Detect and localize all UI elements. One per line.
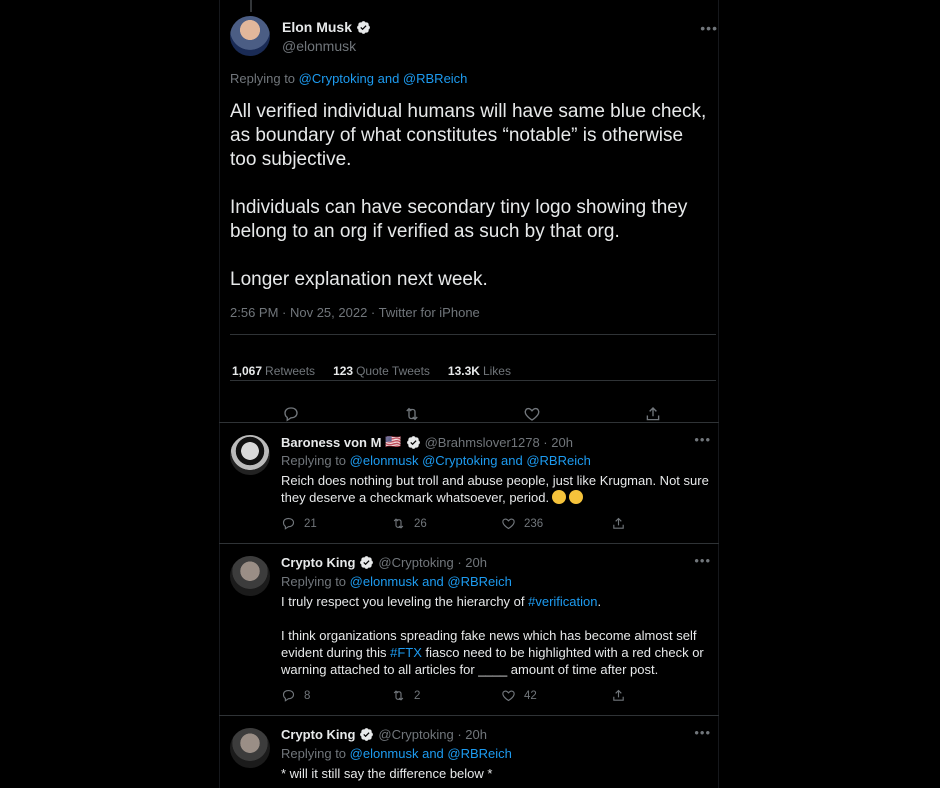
- likes-count: 13.3K: [447, 364, 480, 378]
- tweet-text: All verified individual humans will have…: [230, 101, 707, 290]
- replying-prefix: Replying to: [230, 71, 299, 86]
- tweet-meta[interactable]: 2:56 PM · Nov 25, 2022 · Twitter for iPh…: [230, 305, 480, 320]
- reply-handle[interactable]: @Brahmslover1278 · 20h: [425, 435, 573, 450]
- retweets-label: Retweets: [265, 364, 316, 378]
- retweet-icon[interactable]: [391, 688, 406, 703]
- verified-badge-icon: [359, 727, 374, 742]
- flag-icon: 🇺🇸: [385, 434, 402, 449]
- reply-handle[interactable]: @Cryptoking · 20h: [378, 727, 487, 742]
- share-action[interactable]: [611, 516, 626, 531]
- retweet-action[interactable]: 26: [391, 516, 501, 531]
- reply-icon[interactable]: [281, 516, 296, 531]
- reply-count: 21: [304, 517, 317, 530]
- likes-label: Likes: [482, 364, 511, 378]
- replying-to-line: Replying to @elonmusk and @RBReich: [281, 574, 512, 589]
- mention-link[interactable]: @RBReich: [403, 71, 468, 86]
- mention-links[interactable]: @elonmusk and @RBReich: [350, 574, 512, 589]
- like-count: 42: [524, 689, 537, 702]
- reply-icon[interactable]: [281, 688, 296, 703]
- quotes-count: 123: [333, 364, 354, 378]
- reply-text-part: I truly respect you leveling the hierarc…: [281, 594, 529, 609]
- reply-tweet[interactable]: Crypto King @Cryptoking · 20h ••• Replyi…: [219, 543, 719, 715]
- share-icon[interactable]: [644, 405, 662, 423]
- verified-badge-icon: [356, 20, 371, 35]
- reply-icon[interactable]: [282, 405, 300, 423]
- reply-author-name[interactable]: Crypto King: [281, 555, 355, 570]
- heart-icon[interactable]: [523, 405, 541, 423]
- reply-text: I truly respect you leveling the hierarc…: [281, 593, 711, 678]
- thread-connector-line: [250, 0, 252, 12]
- share-icon[interactable]: [611, 688, 626, 703]
- avatar[interactable]: [230, 435, 270, 475]
- like-action[interactable]: 236: [501, 516, 611, 531]
- likes-stat[interactable]: 13.3K Likes: [448, 364, 511, 378]
- divider: [230, 380, 716, 381]
- replying-to-line: Replying to @Cryptoking and @RBReich: [230, 71, 467, 86]
- replying-prefix: Replying to: [281, 746, 350, 761]
- reply-author-name[interactable]: Baroness von M: [281, 435, 381, 450]
- like-count: 236: [524, 517, 544, 530]
- replying-to-line: Replying to @elonmusk and @RBReich: [281, 746, 512, 761]
- more-icon[interactable]: •••: [694, 725, 711, 740]
- reply-text: Reich does nothing but troll and abuse p…: [281, 472, 711, 506]
- reply-text-body: Reich does nothing but troll and abuse p…: [281, 473, 709, 505]
- retweet-count: 26: [414, 517, 427, 530]
- verified-badge-icon: [359, 555, 374, 570]
- like-action[interactable]: 42: [501, 688, 611, 703]
- more-icon[interactable]: •••: [694, 432, 711, 447]
- retweets-stat[interactable]: 1,067 Retweets: [232, 364, 315, 378]
- reply-text: * will it still say the difference below…: [281, 766, 493, 781]
- more-icon[interactable]: •••: [700, 20, 718, 36]
- retweet-count: 2: [414, 689, 421, 702]
- share-action[interactable]: [611, 688, 626, 703]
- avatar[interactable]: [230, 728, 270, 768]
- hashtag-link[interactable]: #FTX: [390, 645, 422, 660]
- avatar[interactable]: [230, 556, 270, 596]
- retweets-count: 1,067: [232, 364, 263, 378]
- reply-action[interactable]: 8: [281, 688, 391, 703]
- retweet-icon[interactable]: [391, 516, 406, 531]
- replying-prefix: Replying to: [281, 453, 350, 468]
- reply-count: 8: [304, 689, 311, 702]
- quotes-label: Quote Tweets: [356, 364, 430, 378]
- mention-links[interactable]: @elonmusk @Cryptoking and @RBReich: [350, 453, 591, 468]
- mention-and[interactable]: and: [374, 71, 403, 86]
- tweet-actions: [282, 405, 662, 423]
- mention-links[interactable]: @elonmusk and @RBReich: [350, 746, 512, 761]
- mention-link[interactable]: @Cryptoking: [299, 71, 374, 86]
- monocle-face-emoji-icon: [552, 490, 567, 504]
- reply-action[interactable]: 21: [281, 516, 391, 531]
- author-name-text[interactable]: Elon Musk: [282, 19, 352, 35]
- quotes-stat[interactable]: 123 Quote Tweets: [333, 364, 430, 378]
- divider: [230, 334, 716, 335]
- reply-header: Crypto King @Cryptoking · 20h: [281, 555, 487, 570]
- author-handle[interactable]: @elonmusk: [282, 38, 356, 54]
- reply-tweet[interactable]: Crypto King @Cryptoking · 20h ••• Replyi…: [219, 715, 719, 788]
- avatar[interactable]: [230, 16, 270, 56]
- reply-actions: 21 26 236: [281, 516, 641, 531]
- hashtag-link[interactable]: #verification: [528, 594, 597, 609]
- heart-icon[interactable]: [501, 516, 516, 531]
- author-name[interactable]: Elon Musk: [282, 19, 371, 35]
- reply-handle[interactable]: @Cryptoking · 20h: [378, 555, 487, 570]
- raised-eyebrow-emoji-icon: [569, 490, 584, 504]
- verified-badge-icon: [406, 435, 421, 450]
- heart-icon[interactable]: [501, 688, 516, 703]
- reply-tweet[interactable]: Baroness von M 🇺🇸 @Brahmslover1278 · 20h…: [219, 422, 719, 543]
- replying-prefix: Replying to: [281, 574, 350, 589]
- retweet-action[interactable]: 2: [391, 688, 501, 703]
- reply-author-name[interactable]: Crypto King: [281, 727, 355, 742]
- reply-text-part: .: [597, 594, 602, 609]
- tweet-stats: 1,067 Retweets 123 Quote Tweets 13.3K Likes: [232, 364, 511, 378]
- reply-header: Crypto King @Cryptoking · 20h: [281, 727, 487, 742]
- retweet-icon[interactable]: [403, 405, 421, 423]
- reply-header: Baroness von M 🇺🇸 @Brahmslover1278 · 20h: [281, 434, 573, 450]
- replying-to-line: Replying to @elonmusk @Cryptoking and @R…: [281, 453, 591, 468]
- reply-actions: 8 2 42: [281, 688, 641, 703]
- share-icon[interactable]: [611, 516, 626, 531]
- more-icon[interactable]: •••: [694, 553, 711, 568]
